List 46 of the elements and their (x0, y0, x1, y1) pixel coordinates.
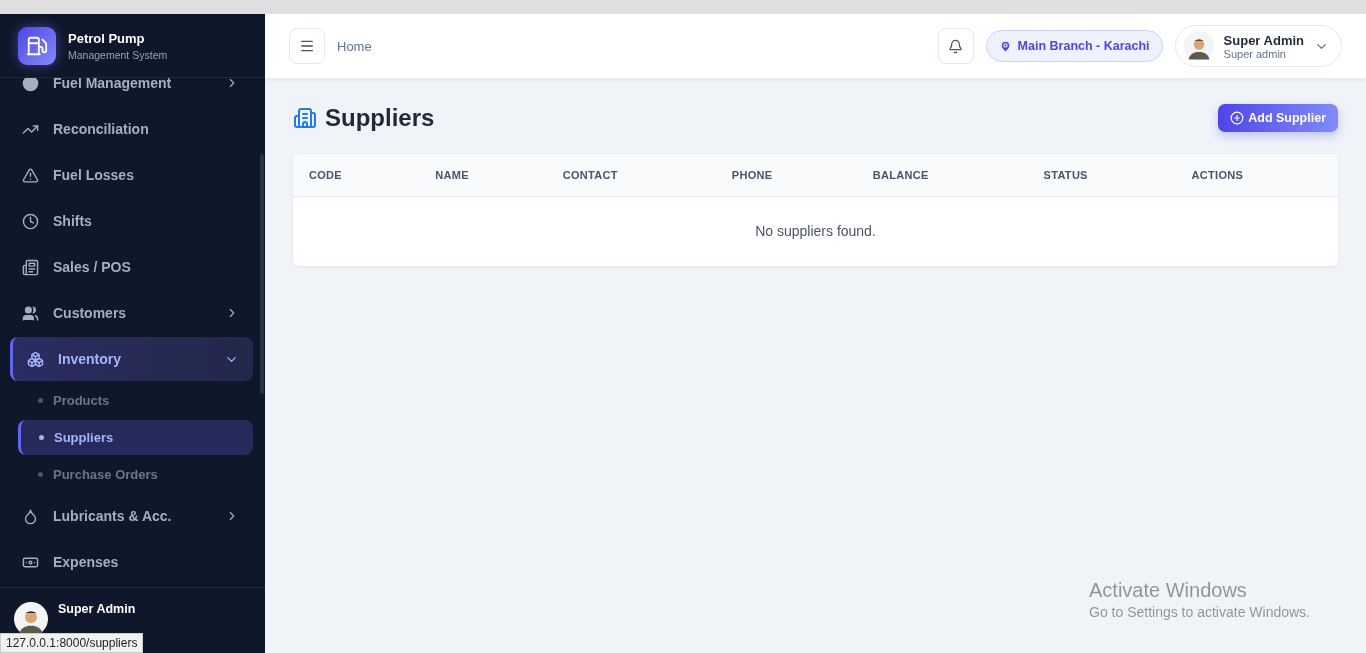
bell-icon (948, 38, 964, 54)
sidebar-item[interactable]: Fuel Management (10, 78, 253, 105)
brand-title: Petrol Pump (68, 30, 146, 46)
menu-button[interactable] (289, 28, 325, 64)
sidebar-item[interactable]: Shifts (10, 199, 253, 243)
document-icon (22, 258, 39, 276)
sidebar-subitem[interactable]: Suppliers (18, 420, 253, 455)
sidebar-item[interactable]: Reconciliation (10, 107, 253, 151)
empty-message: No suppliers found. (293, 196, 1338, 266)
avatar (1183, 31, 1214, 61)
breadcrumb: Home (337, 38, 373, 54)
user-name: Super Admin (58, 602, 136, 616)
sidebar-item[interactable]: Sales / POS (10, 245, 253, 289)
column-header: NAME (419, 154, 547, 196)
branch-selector[interactable]: Main Branch - Karachi (985, 30, 1163, 62)
column-header: CONTACT (546, 154, 716, 196)
sidebar-item[interactable]: Customers (10, 291, 253, 335)
map-pin-icon (998, 39, 1012, 53)
building-icon (293, 106, 317, 130)
menu-icon (299, 38, 315, 54)
column-header: PHONE (715, 154, 857, 196)
boxes-icon (27, 350, 44, 368)
add-supplier-button[interactable]: Add Supplier (1218, 104, 1338, 132)
brand-subtitle: Management System (68, 48, 168, 61)
droplet-icon (22, 507, 39, 525)
activation-text: Go to Settings to activate Windows. (1089, 604, 1310, 620)
plus-circle-icon (1230, 111, 1245, 125)
sidebar-subitem[interactable]: Products (18, 383, 253, 418)
notification-button[interactable] (937, 28, 974, 64)
column-header: STATUS (1027, 154, 1176, 196)
clock-icon (22, 212, 39, 230)
column-header: ACTIONS (1175, 154, 1338, 196)
sidebar-item[interactable]: Fuel Losses (10, 153, 253, 197)
column-header: BALANCE (856, 154, 1028, 196)
sidebar-item[interactable]: Lubricants & Acc. (10, 494, 253, 538)
warning-icon (22, 166, 39, 184)
users-icon (22, 304, 39, 322)
activation-title: Activate Windows (1089, 579, 1248, 602)
page-title: Suppliers (325, 104, 435, 132)
column-header: CODE (293, 154, 420, 196)
fuel-pump-logo-icon (18, 26, 56, 65)
link-preview: 127.0.0.1:8000/suppliers (0, 633, 144, 653)
sidebar-item[interactable]: Expenses (10, 540, 253, 584)
sidebar-subitem[interactable]: Purchase Orders (18, 457, 253, 492)
user-menu-button[interactable]: Super Admin Super admin (1174, 25, 1342, 67)
sidebar-item[interactable]: Inventory (10, 337, 253, 381)
